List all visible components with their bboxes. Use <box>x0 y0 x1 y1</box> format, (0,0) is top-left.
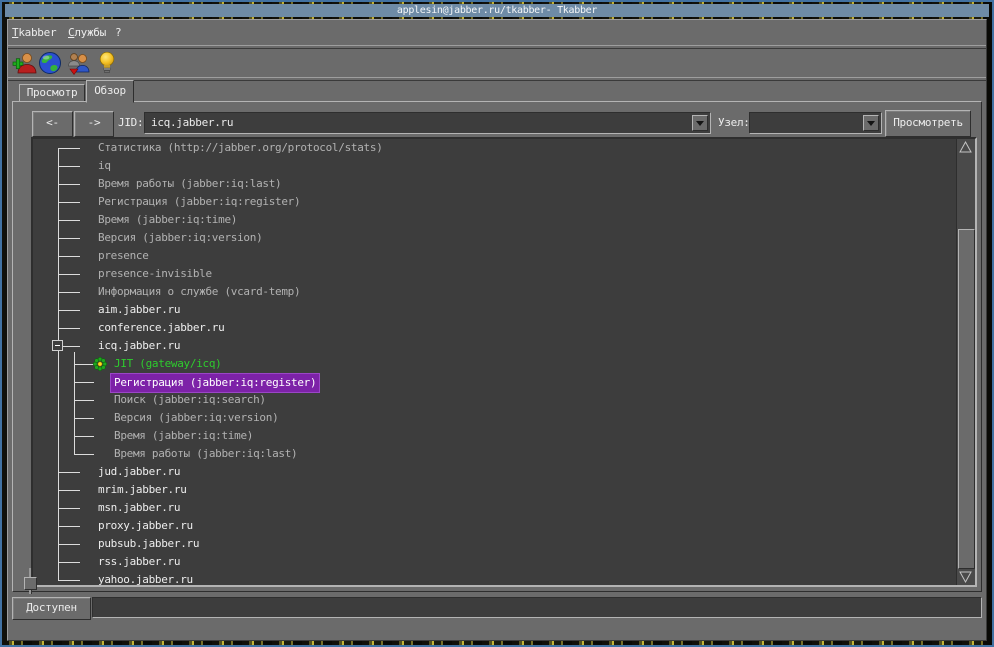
tree-item[interactable]: Время (jabber:iq:time) <box>33 211 975 229</box>
forward-button[interactable]: -> <box>74 111 114 137</box>
jid-label: JID: <box>118 111 143 135</box>
toolbar <box>8 48 986 77</box>
collapse-expander-icon[interactable] <box>52 340 63 351</box>
tree-item[interactable]: aim.jabber.ru <box>33 301 975 319</box>
node-label: Узел: <box>718 111 750 135</box>
tree-item[interactable]: proxy.jabber.ru <box>33 517 975 535</box>
tree-item-gateway[interactable]: JIT (gateway/icq) <box>33 355 975 373</box>
node-dropdown-arrow-icon[interactable] <box>863 115 879 131</box>
jid-value[interactable]: icq.jabber.ru <box>151 113 233 132</box>
tree-item[interactable]: msn.jabber.ru <box>33 499 975 517</box>
tree-item-selected[interactable]: Регистрация (jabber:iq:register) <box>33 373 975 391</box>
menu-tkabber[interactable]: Tkabber <box>12 20 56 45</box>
conference-icon[interactable] <box>66 50 92 76</box>
presence-status-button[interactable]: Доступен <box>12 597 91 620</box>
browse-button[interactable]: Просмотреть <box>885 110 971 137</box>
service-tree[interactable]: Статистика (http://jabber.org/protocol/s… <box>33 139 975 585</box>
scroll-down-button[interactable] <box>957 569 974 585</box>
app-body: Tkabber Службы ? <box>7 19 987 641</box>
toolbar-separator <box>8 77 986 81</box>
tree-item[interactable]: Время работы (jabber:iq:last) <box>33 445 975 463</box>
window-titlebar[interactable]: applesin@jabber.ru/tkabber- Tkabber <box>5 4 989 17</box>
tree-item[interactable]: Версия (jabber:iq:version) <box>33 229 975 247</box>
back-button[interactable]: <- <box>32 111 73 137</box>
tree-vertical-scrollbar[interactable] <box>956 139 975 585</box>
tree-item[interactable]: rss.jabber.ru <box>33 553 975 571</box>
tree-item[interactable]: presence <box>33 247 975 265</box>
tree-item-expanded[interactable]: icq.jabber.ru <box>33 337 975 355</box>
scrollbar-thumb[interactable] <box>958 229 975 569</box>
jid-dropdown-arrow-icon[interactable] <box>692 115 708 131</box>
tree-item[interactable]: Время (jabber:iq:time) <box>33 427 975 445</box>
tree-item[interactable]: jud.jabber.ru <box>33 463 975 481</box>
tkabber-window: applesin@jabber.ru/tkabber- Tkabber Tkab… <box>0 0 994 647</box>
new-message-icon[interactable] <box>98 50 124 76</box>
tree-item[interactable]: Статистика (http://jabber.org/protocol/s… <box>33 139 975 157</box>
node-combobox[interactable] <box>749 112 882 134</box>
tab-label: Обзор <box>94 84 126 97</box>
browse-services-icon[interactable] <box>37 50 63 76</box>
service-tree-frame: Статистика (http://jabber.org/protocol/s… <box>31 137 977 587</box>
tab-prosmotr[interactable]: Просмотр <box>19 84 85 102</box>
browser-page: <- -> JID: icq.jabber.ru Узел: Просмотре… <box>12 101 982 592</box>
tree-item[interactable]: presence-invisible <box>33 265 975 283</box>
tree-item[interactable]: Время работы (jabber:iq:last) <box>33 175 975 193</box>
tree-item[interactable]: mrim.jabber.ru <box>33 481 975 499</box>
scroll-up-button[interactable] <box>957 139 974 155</box>
tree-item[interactable]: iq <box>33 157 975 175</box>
tree-item[interactable]: Поиск (jabber:iq:search) <box>33 391 975 409</box>
tree-item[interactable]: Версия (jabber:iq:version) <box>33 409 975 427</box>
tree-item[interactable]: pubsub.jabber.ru <box>33 535 975 553</box>
tree-item[interactable]: yahoo.jabber.ru <box>33 571 975 585</box>
menu-services[interactable]: Службы <box>68 20 106 45</box>
status-message-field <box>92 597 982 618</box>
icq-flower-icon <box>93 357 107 371</box>
add-contact-icon[interactable] <box>12 50 38 76</box>
window-title: applesin@jabber.ru/tkabber- Tkabber <box>397 5 597 16</box>
tree-item[interactable]: Информация о службе (vcard-temp) <box>33 283 975 301</box>
sash-grip-handle[interactable] <box>24 577 37 590</box>
tab-obzor[interactable]: Обзор <box>86 80 134 103</box>
tab-label: Просмотр <box>27 86 78 99</box>
tree-item[interactable]: conference.jabber.ru <box>33 319 975 337</box>
menubar: Tkabber Службы ? <box>8 20 986 45</box>
jid-combobox[interactable]: icq.jabber.ru <box>144 112 711 134</box>
menu-help[interactable]: ? <box>115 20 121 45</box>
tree-item[interactable]: Регистрация (jabber:iq:register) <box>33 193 975 211</box>
